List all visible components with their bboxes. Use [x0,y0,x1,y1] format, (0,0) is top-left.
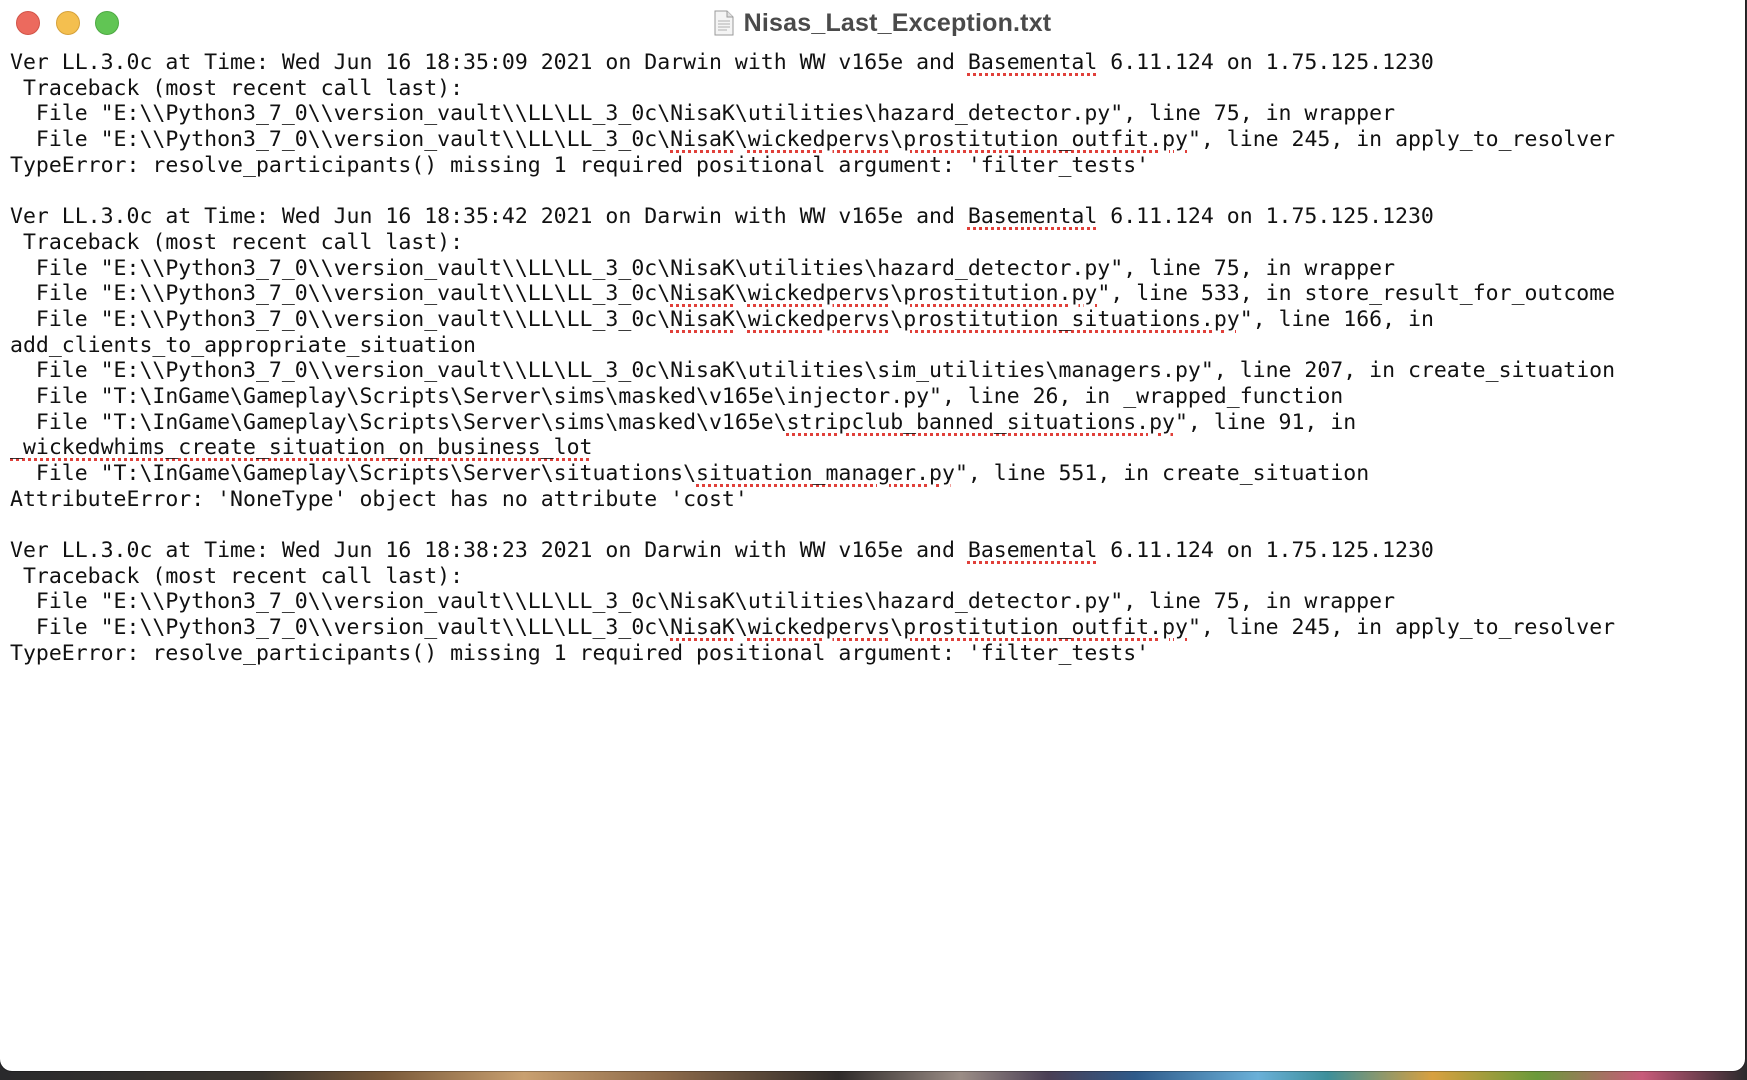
spellcheck-flagged-word: NisaK [670,281,735,307]
text-line: File "E:\\Python3_7_0\\version_vault\\LL… [10,307,1735,333]
text-run: 6.11.124 on 1.75.125.1230 [1097,50,1434,75]
text-run: File "E:\\Python3_7_0\\version_vault\\LL… [10,101,1396,127]
text-line: _wickedwhims_create_situation_on_busines… [10,435,1735,461]
text-run: 6.11.124 on 1.75.125.1230 [1097,538,1434,564]
text-run: \ [734,127,748,153]
text-line: AttributeError: 'NoneType' object has no… [10,487,1735,513]
spellcheck-flagged-word: Basemental [967,204,1098,230]
text-line: File "T:\InGame\Gameplay\Scripts\Server\… [10,384,1735,410]
text-line: File "E:\\Python3_7_0\\version_vault\\LL… [10,281,1735,307]
spellcheck-flagged-word: Basemental [967,538,1098,564]
text-run: Traceback (most recent call last): [10,75,464,101]
spellcheck-flagged-word: NisaK [670,127,735,153]
text-run: File "E:\\Python3_7_0\\version_vault\\LL… [10,306,671,332]
text-line [10,178,1735,204]
spellcheck-flagged-word: NisaK [670,306,735,332]
text-run: ", line 245, in apply_to_resolver [1187,127,1616,153]
spellcheck-flagged-word: NisaK [670,615,735,641]
window-title: Nisas_Last_Exception.txt [743,8,1052,37]
text-run: File "T:\InGame\Gameplay\Scripts\Server\… [10,461,697,486]
spellcheck-flagged-word: prostitution.py [903,281,1098,307]
text-run: File "E:\\Python3_7_0\\version_vault\\LL… [10,615,671,641]
text-run: Ver LL.3.0c at Time: Wed Jun 16 18:38:23… [10,538,968,564]
text-run: File "E:\\Python3_7_0\\version_vault\\LL… [10,281,671,307]
text-run: File "E:\\Python3_7_0\\version_vault\\LL… [10,589,1396,615]
text-run: \ [734,306,748,332]
spellcheck-flagged-word: stripclub_banned_situations.py [786,409,1175,435]
document-text-area[interactable]: Ver LL.3.0c at Time: Wed Jun 16 18:35:09… [10,50,1735,1061]
text-run: add_clients_to_appropriate_situation [10,332,476,358]
text-run: File "E:\\Python3_7_0\\version_vault\\LL… [10,358,1616,384]
text-run: Ver LL.3.0c at Time: Wed Jun 16 18:35:09… [10,50,968,75]
text-run: ", line 533, in store_result_for_outcome [1097,281,1616,307]
spellcheck-flagged-word: wickedpervs [747,615,891,641]
text-run: \ [734,615,748,641]
text-run: \ [890,127,904,153]
spellcheck-flagged-word: _wickedwhims_create_situation_on_busines… [10,435,593,461]
spellcheck-flagged-word: situation_manager.py [696,461,955,486]
spellcheck-flagged-word: Basemental [967,50,1098,75]
text-line: Traceback (most recent call last): [10,564,1735,590]
spellcheck-flagged-word: wickedpervs [747,306,891,332]
text-run: Traceback (most recent call last): [10,563,464,589]
text-run: 6.11.124 on 1.75.125.1230 [1097,204,1434,230]
spellcheck-flagged-word: wickedpervs [747,281,891,307]
text-run: File "E:\\Python3_7_0\\version_vault\\LL… [10,127,671,153]
text-run: \ [734,281,748,307]
text-run: File "E:\\Python3_7_0\\version_vault\\LL… [10,255,1396,281]
text-run: Traceback (most recent call last): [10,229,464,255]
text-line: TypeError: resolve_participants() missin… [10,641,1735,667]
text-line: File "E:\\Python3_7_0\\version_vault\\LL… [10,101,1735,127]
text-line: Traceback (most recent call last): [10,230,1735,256]
textedit-window: Nisas_Last_Exception.txt Ver LL.3.0c at … [0,0,1745,1071]
text-run: ", line 245, in apply_to_resolver [1187,615,1616,641]
text-line: File "E:\\Python3_7_0\\version_vault\\LL… [10,589,1735,615]
title-bar[interactable]: Nisas_Last_Exception.txt [0,0,1745,46]
text-line: TypeError: resolve_participants() missin… [10,153,1735,179]
text-run: TypeError: resolve_participants() missin… [10,640,1150,666]
text-line: File "E:\\Python3_7_0\\version_vault\\LL… [10,358,1735,384]
text-line: Ver LL.3.0c at Time: Wed Jun 16 18:35:42… [10,204,1735,230]
text-run: Ver LL.3.0c at Time: Wed Jun 16 18:35:42… [10,204,968,230]
text-run: \ [890,281,904,307]
text-run: ", line 91, in [1174,409,1357,435]
spellcheck-flagged-word: prostitution_outfit.py [903,127,1188,153]
text-line [10,512,1735,538]
text-line: File "T:\InGame\Gameplay\Scripts\Server\… [10,410,1735,436]
text-run: TypeError: resolve_participants() missin… [10,152,1150,178]
spellcheck-flagged-word: wickedpervs [747,127,891,153]
text-line: File "T:\InGame\Gameplay\Scripts\Server\… [10,461,1735,487]
text-run: ", line 166, in [1239,306,1434,332]
text-run: AttributeError: 'NoneType' object has no… [10,486,748,512]
text-run: ", line 551, in create_situation [954,461,1370,486]
text-line: File "E:\\Python3_7_0\\version_vault\\LL… [10,127,1735,153]
text-run: \ [890,306,904,332]
text-line: Ver LL.3.0c at Time: Wed Jun 16 18:35:09… [10,50,1735,76]
text-document-icon [714,10,734,36]
text-line: File "E:\\Python3_7_0\\version_vault\\LL… [10,615,1735,641]
spellcheck-flagged-word: prostitution_situations.py [903,306,1240,332]
text-run: File "T:\InGame\Gameplay\Scripts\Server\… [10,409,787,435]
text-line: Ver LL.3.0c at Time: Wed Jun 16 18:38:23… [10,538,1735,564]
text-line: File "E:\\Python3_7_0\\version_vault\\LL… [10,256,1735,282]
text-run: \ [890,615,904,641]
spellcheck-flagged-word: prostitution_outfit.py [903,615,1188,641]
text-line: add_clients_to_appropriate_situation [10,333,1735,359]
title-group: Nisas_Last_Exception.txt [0,0,1745,46]
text-line: Traceback (most recent call last): [10,76,1735,102]
text-run: File "T:\InGame\Gameplay\Scripts\Server\… [10,383,1344,409]
